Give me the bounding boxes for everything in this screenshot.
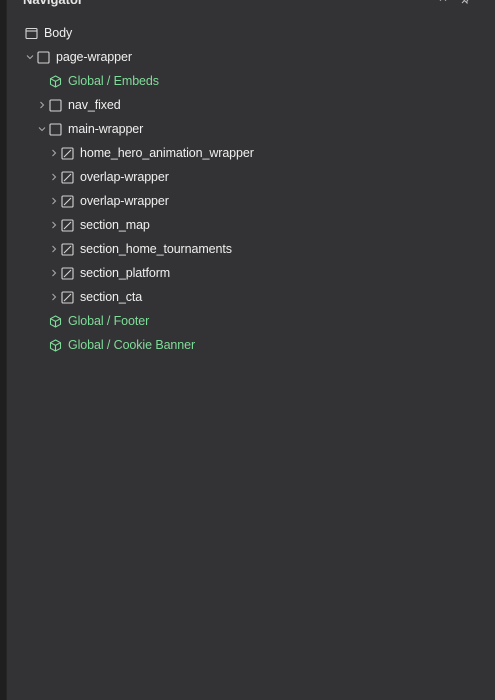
body-icon xyxy=(24,26,38,40)
tree-item-label: section_cta xyxy=(80,290,143,304)
symbol-icon xyxy=(48,314,62,328)
chevron-right-icon[interactable] xyxy=(48,189,60,213)
caret-spacer xyxy=(36,69,48,93)
chevron-right-icon[interactable] xyxy=(48,141,60,165)
tree-item-label: section_platform xyxy=(80,266,171,280)
tree-item-section-platform[interactable]: section_platform xyxy=(7,261,495,285)
tree-item-label: overlap-wrapper xyxy=(80,170,169,184)
div-block-icon xyxy=(36,50,50,64)
pin-icon xyxy=(461,0,468,5)
tree-item-label: Global / Embeds xyxy=(68,74,159,88)
section-icon xyxy=(60,218,74,232)
tree-item-label: section_map xyxy=(80,218,150,232)
caret-spacer xyxy=(36,309,48,333)
tree-item-label: main-wrapper xyxy=(68,122,144,136)
tree-item-label: Global / Cookie Banner xyxy=(68,338,196,352)
tree-item-label: overlap-wrapper xyxy=(80,194,169,208)
tree-item-overlap-wrapper[interactable]: overlap-wrapper xyxy=(7,165,495,189)
chevron-up-icon xyxy=(439,0,447,1)
tree-item-section-cta[interactable]: section_cta xyxy=(7,285,495,309)
collapse-button[interactable] xyxy=(434,0,452,9)
chevron-right-icon[interactable] xyxy=(36,93,48,117)
div-block-icon xyxy=(48,98,62,112)
tree-item-label: home_hero_animation_wrapper xyxy=(80,146,254,160)
navigator-header: Navigator xyxy=(7,0,495,13)
tree-item-page-wrapper[interactable]: page-wrapper xyxy=(7,45,495,69)
tree-item-label: nav_fixed xyxy=(68,98,121,112)
tree-item-section-home-tournaments[interactable]: section_home_tournaments xyxy=(7,237,495,261)
section-icon xyxy=(60,170,74,184)
section-icon xyxy=(60,242,74,256)
tree-item-label: page-wrapper xyxy=(56,50,132,64)
panel-title: Navigator xyxy=(23,0,83,9)
chevron-down-icon[interactable] xyxy=(24,45,36,69)
chevron-right-icon[interactable] xyxy=(48,237,60,261)
section-icon xyxy=(60,290,74,304)
tree-item-section-map[interactable]: section_map xyxy=(7,213,495,237)
section-icon xyxy=(60,266,74,280)
tree-item-label: Global / Footer xyxy=(68,314,150,328)
symbol-icon xyxy=(48,338,62,352)
chevron-right-icon[interactable] xyxy=(48,285,60,309)
chevron-down-icon[interactable] xyxy=(36,117,48,141)
section-icon xyxy=(60,194,74,208)
section-icon xyxy=(60,146,74,160)
tree-item-label: section_home_tournaments xyxy=(80,242,232,256)
tree-item-body[interactable]: Body xyxy=(7,21,495,45)
caret-spacer xyxy=(12,21,24,45)
pin-button[interactable] xyxy=(457,0,475,9)
tree-item-global-footer[interactable]: Global / Footer xyxy=(7,309,495,333)
tree-item-global-embeds[interactable]: Global / Embeds xyxy=(7,69,495,93)
navigator-panel: Navigator Body page-wrapper xyxy=(6,0,495,700)
chevron-right-icon[interactable] xyxy=(48,213,60,237)
symbol-icon xyxy=(48,74,62,88)
tree-item-overlap-wrapper[interactable]: overlap-wrapper xyxy=(7,189,495,213)
tree-item-main-wrapper[interactable]: main-wrapper xyxy=(7,117,495,141)
tree-item-label: Body xyxy=(44,26,73,40)
caret-spacer xyxy=(36,333,48,357)
div-block-icon xyxy=(48,122,62,136)
navigator-tree: Body page-wrapper Global / Embeds nav_fi… xyxy=(7,21,495,357)
tree-item-nav-fixed[interactable]: nav_fixed xyxy=(7,93,495,117)
chevron-right-icon[interactable] xyxy=(48,165,60,189)
chevron-right-icon[interactable] xyxy=(48,261,60,285)
tree-item-home-hero[interactable]: home_hero_animation_wrapper xyxy=(7,141,495,165)
tree-item-global-cookie-banner[interactable]: Global / Cookie Banner xyxy=(7,333,495,357)
